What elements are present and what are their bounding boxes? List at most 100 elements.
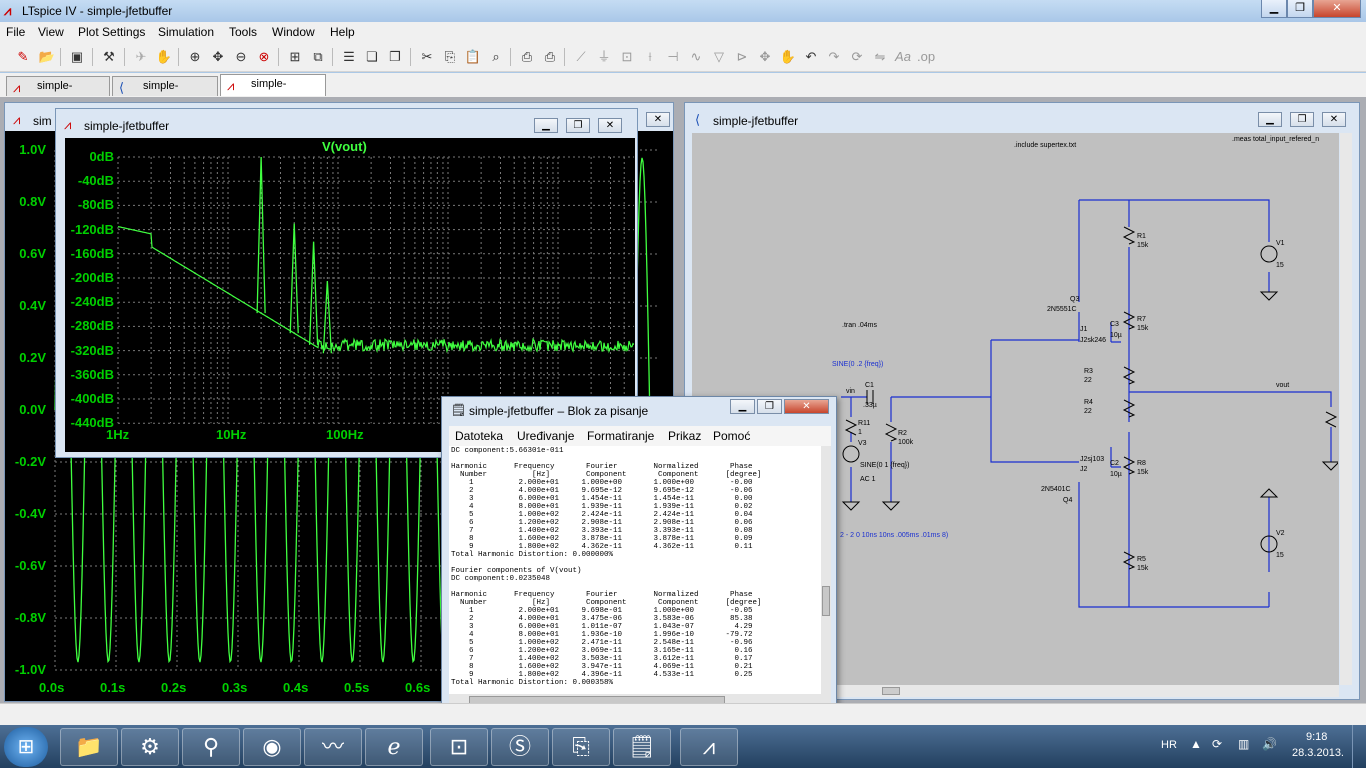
r4-value[interactable]: 22 bbox=[1084, 408, 1092, 415]
tile-horizontal-icon[interactable]: ☰ bbox=[340, 48, 358, 66]
c2-value[interactable]: 10µ bbox=[1110, 471, 1122, 478]
find-icon[interactable]: ⌕ bbox=[487, 48, 505, 66]
internet-explorer-icon[interactable]: ℯ bbox=[365, 728, 423, 766]
clock-date[interactable]: 28.3.2013. bbox=[1292, 747, 1344, 759]
pdf-reader-icon[interactable]: ⎘ bbox=[552, 728, 610, 766]
skype-icon[interactable]: Ⓢ bbox=[491, 728, 549, 766]
q3-value[interactable]: 2N5551C bbox=[1047, 306, 1077, 313]
control-panel-icon[interactable]: ⚒ bbox=[100, 48, 118, 66]
tray-show-hidden-icon[interactable]: ▲ bbox=[1190, 737, 1202, 751]
r1-label[interactable]: R1 bbox=[1137, 233, 1146, 240]
run-icon[interactable]: ✈ bbox=[132, 48, 150, 66]
pan-icon[interactable]: ✋ bbox=[155, 48, 173, 66]
open-icon[interactable]: 📂 bbox=[38, 48, 56, 66]
q4-label[interactable]: Q4 bbox=[1063, 497, 1072, 504]
autorange-icon[interactable]: ⊞ bbox=[286, 48, 304, 66]
notepad-menu-prikaz[interactable]: Prikaz bbox=[668, 429, 701, 443]
c2-label[interactable]: C2 bbox=[1110, 460, 1119, 467]
r2-label[interactable]: R2 bbox=[898, 430, 907, 437]
menu-view[interactable]: View bbox=[38, 25, 64, 39]
maximize-button[interactable]: ❐ bbox=[1287, 0, 1313, 18]
copy-icon[interactable]: ⎘ bbox=[441, 48, 459, 66]
r3-label[interactable]: R3 bbox=[1084, 368, 1093, 375]
r7-label[interactable]: R7 bbox=[1137, 316, 1146, 323]
mirror-icon[interactable]: ⇋ bbox=[871, 48, 889, 66]
r2-value[interactable]: 100k bbox=[898, 439, 913, 446]
zoom-out-icon[interactable]: ⊖ bbox=[232, 48, 250, 66]
tab-schematic[interactable]: ⟨simple-jfetbuffer bbox=[112, 76, 218, 96]
save-icon[interactable]: ▣ bbox=[68, 48, 86, 66]
network-icon[interactable]: ⊡ bbox=[430, 728, 488, 766]
rotate-icon[interactable]: ⟳ bbox=[848, 48, 866, 66]
fft-trace-label[interactable]: V(vout) bbox=[322, 139, 367, 154]
wire-icon[interactable]: ⟋ bbox=[572, 48, 590, 66]
zoom-in-icon[interactable]: ⊕ bbox=[186, 48, 204, 66]
notepad-menu-uredivanje[interactable]: Uređivanje bbox=[517, 429, 574, 443]
c3-value[interactable]: 10µ bbox=[1110, 332, 1122, 339]
j2-value[interactable]: J2sj103 bbox=[1080, 456, 1104, 463]
notepad-close-button[interactable]: ✕ bbox=[784, 399, 829, 414]
r4-label[interactable]: R4 bbox=[1084, 399, 1093, 406]
cut-icon[interactable]: ✂ bbox=[418, 48, 436, 66]
schematic-restore-button[interactable]: ❐ bbox=[1290, 112, 1314, 127]
r11-label[interactable]: R11 bbox=[858, 420, 870, 427]
drag-icon[interactable]: ✋ bbox=[779, 48, 797, 66]
fft-restore-button[interactable]: ❐ bbox=[566, 118, 590, 133]
waveform-close-button[interactable]: ✕ bbox=[646, 112, 670, 127]
j2-label[interactable]: J2 bbox=[1080, 466, 1087, 473]
move-icon[interactable]: ✥ bbox=[756, 48, 774, 66]
tab-waveform-2[interactable]: ⩘simple-jfetbuffer bbox=[220, 74, 326, 96]
notepad-taskbar-icon[interactable]: 🗒 bbox=[613, 728, 671, 766]
menu-simulation[interactable]: Simulation bbox=[158, 25, 214, 39]
component-icon[interactable]: ⊳ bbox=[733, 48, 751, 66]
r5-value[interactable]: 15k bbox=[1137, 565, 1148, 572]
r11-value[interactable]: 1 bbox=[858, 429, 862, 436]
q4-value[interactable]: 2N5401C bbox=[1041, 486, 1071, 493]
sine-source-value[interactable]: SINE(0 .2 {freq}) bbox=[832, 361, 883, 368]
v1-value[interactable]: 15 bbox=[1276, 262, 1284, 269]
minimize-button[interactable]: ▁ bbox=[1261, 0, 1287, 18]
tool-icon[interactable]: ⚲ bbox=[182, 728, 240, 766]
j1-label[interactable]: J1 bbox=[1080, 326, 1087, 333]
tray-network-icon[interactable]: ▥ bbox=[1238, 737, 1249, 751]
v2-label[interactable]: V2 bbox=[1276, 530, 1285, 537]
language-indicator[interactable]: HR bbox=[1161, 739, 1177, 751]
tran-directive[interactable]: .tran .04ms bbox=[842, 322, 877, 329]
v2-value[interactable]: 15 bbox=[1276, 552, 1284, 559]
fft-minimize-button[interactable]: ▁ bbox=[534, 118, 558, 133]
r5-label[interactable]: R5 bbox=[1137, 556, 1146, 563]
notepad-menu-datoteka[interactable]: Datoteka bbox=[455, 429, 503, 443]
r1-value[interactable]: 15k bbox=[1137, 242, 1148, 249]
c1-label[interactable]: C1 bbox=[865, 382, 874, 389]
r8-value[interactable]: 15k bbox=[1137, 469, 1148, 476]
tile-vertical-icon[interactable]: ❐ bbox=[386, 48, 404, 66]
notepad-maximize-button[interactable]: ❐ bbox=[757, 399, 782, 414]
diode-icon[interactable]: ▽ bbox=[710, 48, 728, 66]
r8-label[interactable]: R8 bbox=[1137, 460, 1146, 467]
clock-time[interactable]: 9:18 bbox=[1306, 731, 1327, 743]
fft-close-button[interactable]: ✕ bbox=[598, 118, 622, 133]
notepad-minimize-button[interactable]: ▁ bbox=[730, 399, 755, 414]
r3-value[interactable]: 22 bbox=[1084, 377, 1092, 384]
schematic-close-button[interactable]: ✕ bbox=[1322, 112, 1346, 127]
menu-window[interactable]: Window bbox=[272, 25, 315, 39]
redo-icon[interactable]: ↷ bbox=[825, 48, 843, 66]
j1-value[interactable]: J2sk246 bbox=[1080, 337, 1106, 344]
v3-sine[interactable]: SINE(0 1 {freq}) bbox=[860, 462, 909, 469]
meas-directive[interactable]: .meas total_input_refered_n bbox=[1232, 136, 1319, 143]
tray-volume-icon[interactable]: 🔊 bbox=[1262, 737, 1277, 751]
cascade-icon[interactable]: ❏ bbox=[363, 48, 381, 66]
package-icon[interactable]: ⚙ bbox=[121, 728, 179, 766]
menu-tools[interactable]: Tools bbox=[229, 25, 257, 39]
close-button[interactable]: ✕ bbox=[1313, 0, 1361, 18]
menu-help[interactable]: Help bbox=[330, 25, 355, 39]
notepad-text-area[interactable]: DC component:5.66301e-011 Harmonic Frequ… bbox=[449, 446, 821, 694]
v3-label[interactable]: V3 bbox=[858, 440, 867, 447]
schematic-minimize-button[interactable]: ▁ bbox=[1258, 112, 1282, 127]
print-icon[interactable]: ⎙ bbox=[541, 48, 559, 66]
waveform-icon[interactable]: ⧉ bbox=[309, 48, 327, 66]
c3-label[interactable]: C3 bbox=[1110, 321, 1119, 328]
opera-icon[interactable]: ◉ bbox=[243, 728, 301, 766]
zoom-fit-icon[interactable]: ⊗ bbox=[255, 48, 273, 66]
v1-label[interactable]: V1 bbox=[1276, 240, 1285, 247]
